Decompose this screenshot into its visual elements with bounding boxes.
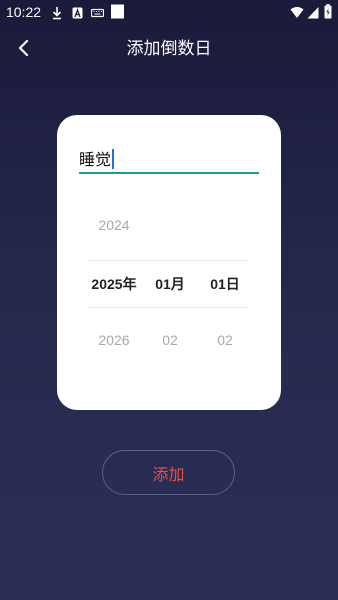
- picker-month-selected[interactable]: 01月: [141, 274, 199, 294]
- picker-divider-bottom: [89, 307, 249, 308]
- battery-icon: [324, 4, 332, 19]
- date-picker[interactable]: 2024 2025年 01月 01日 2026 02 02: [79, 200, 259, 380]
- wifi-icon: [290, 5, 304, 19]
- picker-year-selected[interactable]: 2025年: [79, 274, 149, 294]
- white-square-icon: [111, 4, 124, 19]
- countdown-card: 睡觉 2024 2025年 01月 01日 2026 02 02: [57, 115, 281, 410]
- status-time: 10:22: [6, 4, 42, 20]
- picker-day-next[interactable]: 02: [197, 332, 253, 348]
- download-icon: [52, 5, 62, 20]
- text-caret: [112, 149, 115, 169]
- add-button[interactable]: 添加: [102, 450, 235, 495]
- picker-divider-top: [89, 260, 249, 261]
- picker-year-prev[interactable]: 2024: [79, 217, 149, 233]
- picker-year-next[interactable]: 2026: [79, 332, 149, 348]
- input-underline: [79, 172, 259, 174]
- event-name-field[interactable]: 睡觉: [79, 148, 115, 172]
- add-button-label: 添加: [152, 464, 185, 484]
- signal-icon: [307, 5, 319, 19]
- a-notification-icon: [72, 5, 83, 19]
- event-name-value: 睡觉: [79, 150, 112, 169]
- page-title: 添加倒数日: [126, 39, 212, 59]
- picker-month-next[interactable]: 02: [141, 332, 199, 348]
- status-bar: 10:22: [0, 0, 338, 24]
- picker-day-selected[interactable]: 01日: [197, 274, 253, 294]
- keyboard-icon: [90, 5, 105, 19]
